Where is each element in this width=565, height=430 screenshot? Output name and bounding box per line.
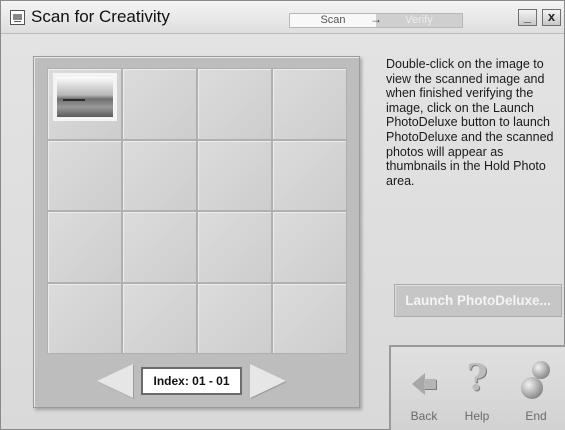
thumbnail-cell[interactable] [272, 211, 347, 283]
thumbnail-cell[interactable] [272, 68, 347, 140]
back-button[interactable]: Back [399, 361, 449, 423]
next-page-arrow-icon[interactable] [250, 364, 286, 398]
window-title: Scan for Creativity [31, 7, 170, 26]
thumbnail-cell[interactable] [122, 211, 197, 283]
scan-window: Scan for Creativity Scan Verify → _ x In… [0, 0, 565, 430]
thumbnail-cell[interactable] [272, 282, 347, 354]
end-balls-icon [518, 361, 554, 399]
window-app-icon [10, 10, 25, 25]
help-question-icon: ? [466, 357, 488, 399]
thumbnail-cell[interactable] [197, 68, 272, 140]
thumbnail-cell[interactable] [47, 282, 122, 354]
thumbnail-cell[interactable] [197, 282, 272, 354]
thumbnail-cell[interactable] [272, 139, 347, 211]
step-scan: Scan [290, 14, 376, 27]
thumbnail-grid [47, 68, 347, 354]
step-indicator: Scan Verify → [289, 12, 463, 28]
scanned-image [57, 77, 113, 117]
thumbnail-cell[interactable] [122, 68, 197, 140]
scanned-thumbnail[interactable] [53, 73, 117, 121]
help-button[interactable]: ? Help [452, 357, 502, 423]
index-indicator: Index: 01 - 01 [141, 367, 242, 395]
instructions-text: Double-click on the image to view the sc… [386, 57, 554, 188]
step-verify: Verify [376, 14, 462, 27]
thumbnail-cell[interactable] [47, 139, 122, 211]
arrow-right-icon: → [370, 12, 382, 26]
thumbnail-cell[interactable] [197, 211, 272, 283]
thumbnail-cell[interactable] [197, 139, 272, 211]
title-bar[interactable]: Scan for Creativity Scan Verify → _ x [1, 1, 564, 34]
thumbnail-cell[interactable] [122, 282, 197, 354]
thumbnail-panel: Index: 01 - 01 [33, 56, 360, 408]
back-arrow-icon [406, 361, 442, 399]
back-label: Back [410, 409, 438, 423]
thumbnail-cell[interactable] [122, 139, 197, 211]
end-label: End [525, 409, 547, 423]
previous-page-arrow-icon[interactable] [97, 364, 133, 398]
launch-photodeluxe-button[interactable]: Launch PhotoDeluxe... [394, 284, 562, 317]
close-button[interactable]: x [542, 9, 561, 26]
navigation-panel: Back ? Help End [389, 345, 565, 430]
minimize-button[interactable]: _ [518, 9, 537, 26]
end-button[interactable]: End [511, 361, 561, 423]
thumbnail-cell[interactable] [47, 211, 122, 283]
thumbnail-cell[interactable] [47, 68, 122, 140]
help-label: Help [464, 409, 490, 423]
